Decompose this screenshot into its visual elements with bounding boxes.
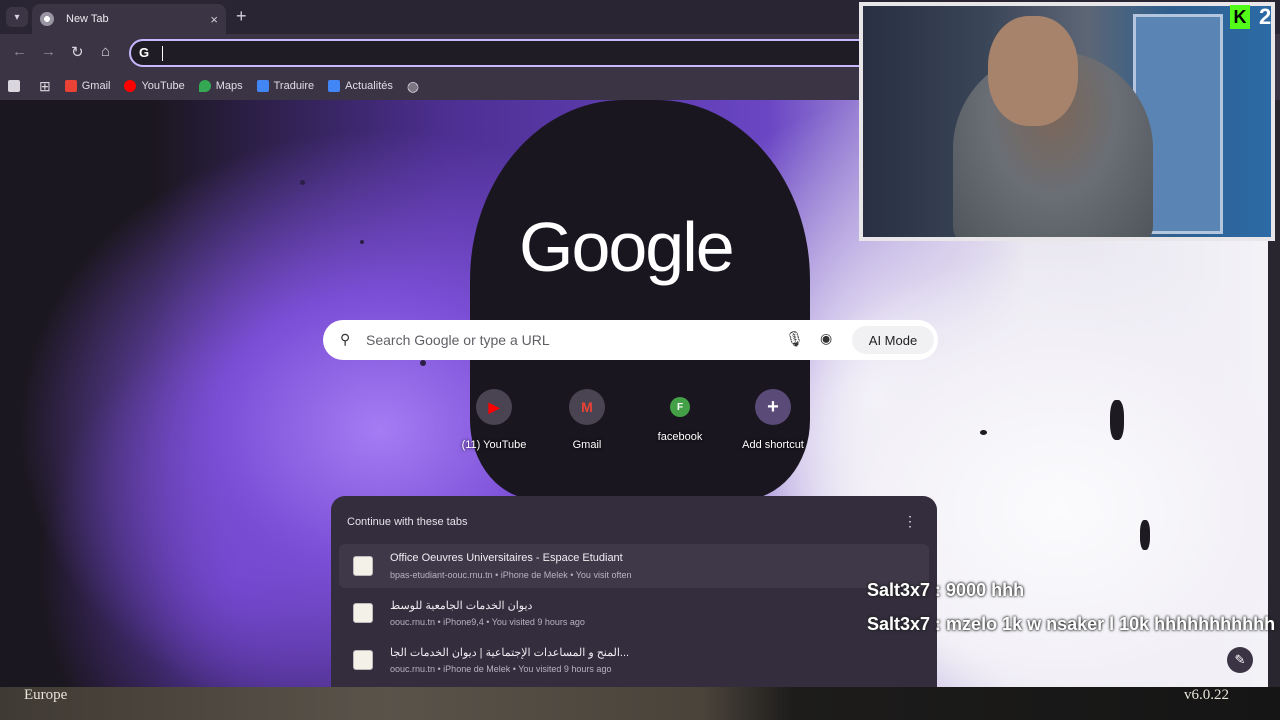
gmail-icon: M	[569, 389, 605, 425]
webcam-overlay	[859, 2, 1275, 241]
chat-user: Salt3x7	[867, 614, 931, 634]
background-speck	[360, 240, 364, 244]
add-icon: +	[755, 389, 791, 425]
bookmark-label: Traduire	[273, 80, 315, 92]
panel-title: Continue with these tabs	[347, 516, 468, 528]
search-placeholder: Search Google or type a URL	[366, 332, 550, 348]
close-tab-icon[interactable]: ×	[210, 12, 218, 27]
chat-user: Salt3x7	[867, 580, 931, 600]
tab-item-subtitle: bpas-etudiant-oouc.rnu.tn • iPhone de Me…	[390, 570, 632, 580]
apps-grid-icon[interactable]: ⊞	[39, 78, 51, 95]
address-bar[interactable]: G	[129, 39, 874, 67]
bookmark-label: Gmail	[81, 80, 111, 92]
youtube-icon: ▶	[476, 389, 512, 425]
shortcut-facebook[interactable]: F facebook	[635, 389, 725, 443]
gmail-icon	[64, 80, 77, 92]
globe-icon[interactable]: ◍	[407, 78, 419, 95]
list-item[interactable]: Office Oeuvres Universitaires - Espace E…	[339, 544, 929, 588]
version-label: v6.0.22	[1184, 687, 1229, 703]
ai-mode-button[interactable]: AI Mode	[852, 326, 934, 354]
site-favicon-icon	[353, 556, 373, 576]
bookmark-apps-square-icon[interactable]	[8, 80, 25, 92]
more-vert-icon[interactable]: ⋮	[903, 513, 917, 530]
bottom-overlay-bar: Europe v6.0.22	[0, 687, 1280, 720]
list-item[interactable]: المنح و المساعدات الإجتماعية | ديوان الخ…	[339, 638, 929, 682]
bookmark-label: Actualités	[345, 80, 393, 92]
shortcut-gmail[interactable]: M Gmail	[542, 389, 632, 451]
viewer-count: 2	[1259, 4, 1272, 29]
tab-item-subtitle: oouc.rnu.tn • iPhone9,4 • You visited 9 …	[390, 617, 585, 627]
tab-item-title: Office Oeuvres Universitaires - Espace E…	[390, 552, 623, 564]
background-speck	[1110, 400, 1124, 440]
shortcut-youtube[interactable]: ▶ (11) YouTube	[449, 389, 539, 451]
continue-tabs-panel: Continue with these tabs ⋮ Office Oeuvre…	[331, 496, 937, 687]
tab-item-title: المنح و المساعدات الإجتماعية | ديوان الخ…	[390, 647, 630, 659]
tab-new-tab[interactable]: New Tab ×	[32, 4, 226, 34]
search-icon: ⚲	[340, 331, 351, 347]
news-icon	[328, 80, 341, 92]
list-item[interactable]: ديوان الخدمات الجامعية للوسط oouc.rnu.tn…	[339, 591, 929, 635]
background-speck	[1140, 520, 1150, 550]
shortcut-label: (11) YouTube	[461, 439, 527, 451]
new-tab-icon[interactable]: +	[236, 6, 247, 27]
chat-text: mzelo 1k w nsaker l 10k hhhhhhhhhhh	[946, 614, 1276, 634]
back-icon[interactable]: ←	[12, 43, 27, 60]
tab-item-title: ديوان الخدمات الجامعية للوسط	[390, 600, 533, 612]
bookmark-label: Maps	[215, 80, 243, 92]
camera-lens-icon[interactable]: ◉	[820, 330, 832, 347]
chat-message: Salt3x7 : mzelo 1k w nsaker l 10k hhhhhh…	[867, 614, 1276, 634]
shortcut-label: facebook	[657, 431, 703, 443]
chrome-icon	[40, 12, 54, 26]
tab-search-chevron-icon[interactable]: ▾	[6, 7, 28, 27]
chat-text: 9000 hhh	[946, 580, 1025, 600]
forward-icon[interactable]: →	[41, 43, 56, 60]
reload-icon[interactable]: ↻	[71, 43, 84, 61]
facebook-icon: F	[670, 397, 690, 417]
google-logo: Google	[519, 208, 735, 286]
kick-logo-icon: K	[1230, 5, 1250, 29]
shortcut-add[interactable]: + Add shortcut	[728, 389, 818, 451]
maps-icon	[198, 80, 211, 92]
bookmark-youtube[interactable]: YouTube	[124, 80, 185, 92]
tab-item-subtitle: oouc.rnu.tn • iPhone de Melek • You visi…	[390, 664, 612, 674]
customize-pencil-icon[interactable]: ✎	[1227, 647, 1253, 673]
region-label: Europe	[24, 687, 68, 703]
shortcut-label: Add shortcut	[742, 439, 804, 451]
tab-title: New Tab	[66, 13, 109, 25]
site-favicon-icon	[353, 650, 373, 670]
bookmark-traduire[interactable]: Traduire	[256, 80, 315, 92]
bookmark-maps[interactable]: Maps	[198, 80, 243, 92]
text-caret	[162, 46, 163, 61]
bookmark-label: YouTube	[141, 80, 185, 92]
webcam-head	[988, 16, 1078, 126]
background-speck	[300, 180, 305, 185]
microphone-icon[interactable]: 🎙	[785, 330, 804, 348]
shortcut-label: Gmail	[572, 439, 602, 451]
ai-mode-label: AI Mode	[868, 332, 918, 348]
background-speck	[980, 430, 987, 435]
bookmark-actualites[interactable]: Actualités	[328, 80, 393, 92]
chat-message: Salt3x7 : 9000 hhh	[867, 580, 1025, 600]
bookmark-gmail[interactable]: Gmail	[64, 80, 111, 92]
search-box[interactable]: ⚲ Search Google or type a URL 🎙 ◉ AI Mod…	[323, 320, 938, 360]
home-icon[interactable]: ⌂	[101, 43, 110, 60]
youtube-icon	[124, 80, 137, 92]
site-favicon-icon	[353, 603, 373, 623]
google-g-icon: G	[139, 45, 150, 60]
background-speck	[420, 360, 426, 366]
translate-icon	[256, 80, 269, 92]
